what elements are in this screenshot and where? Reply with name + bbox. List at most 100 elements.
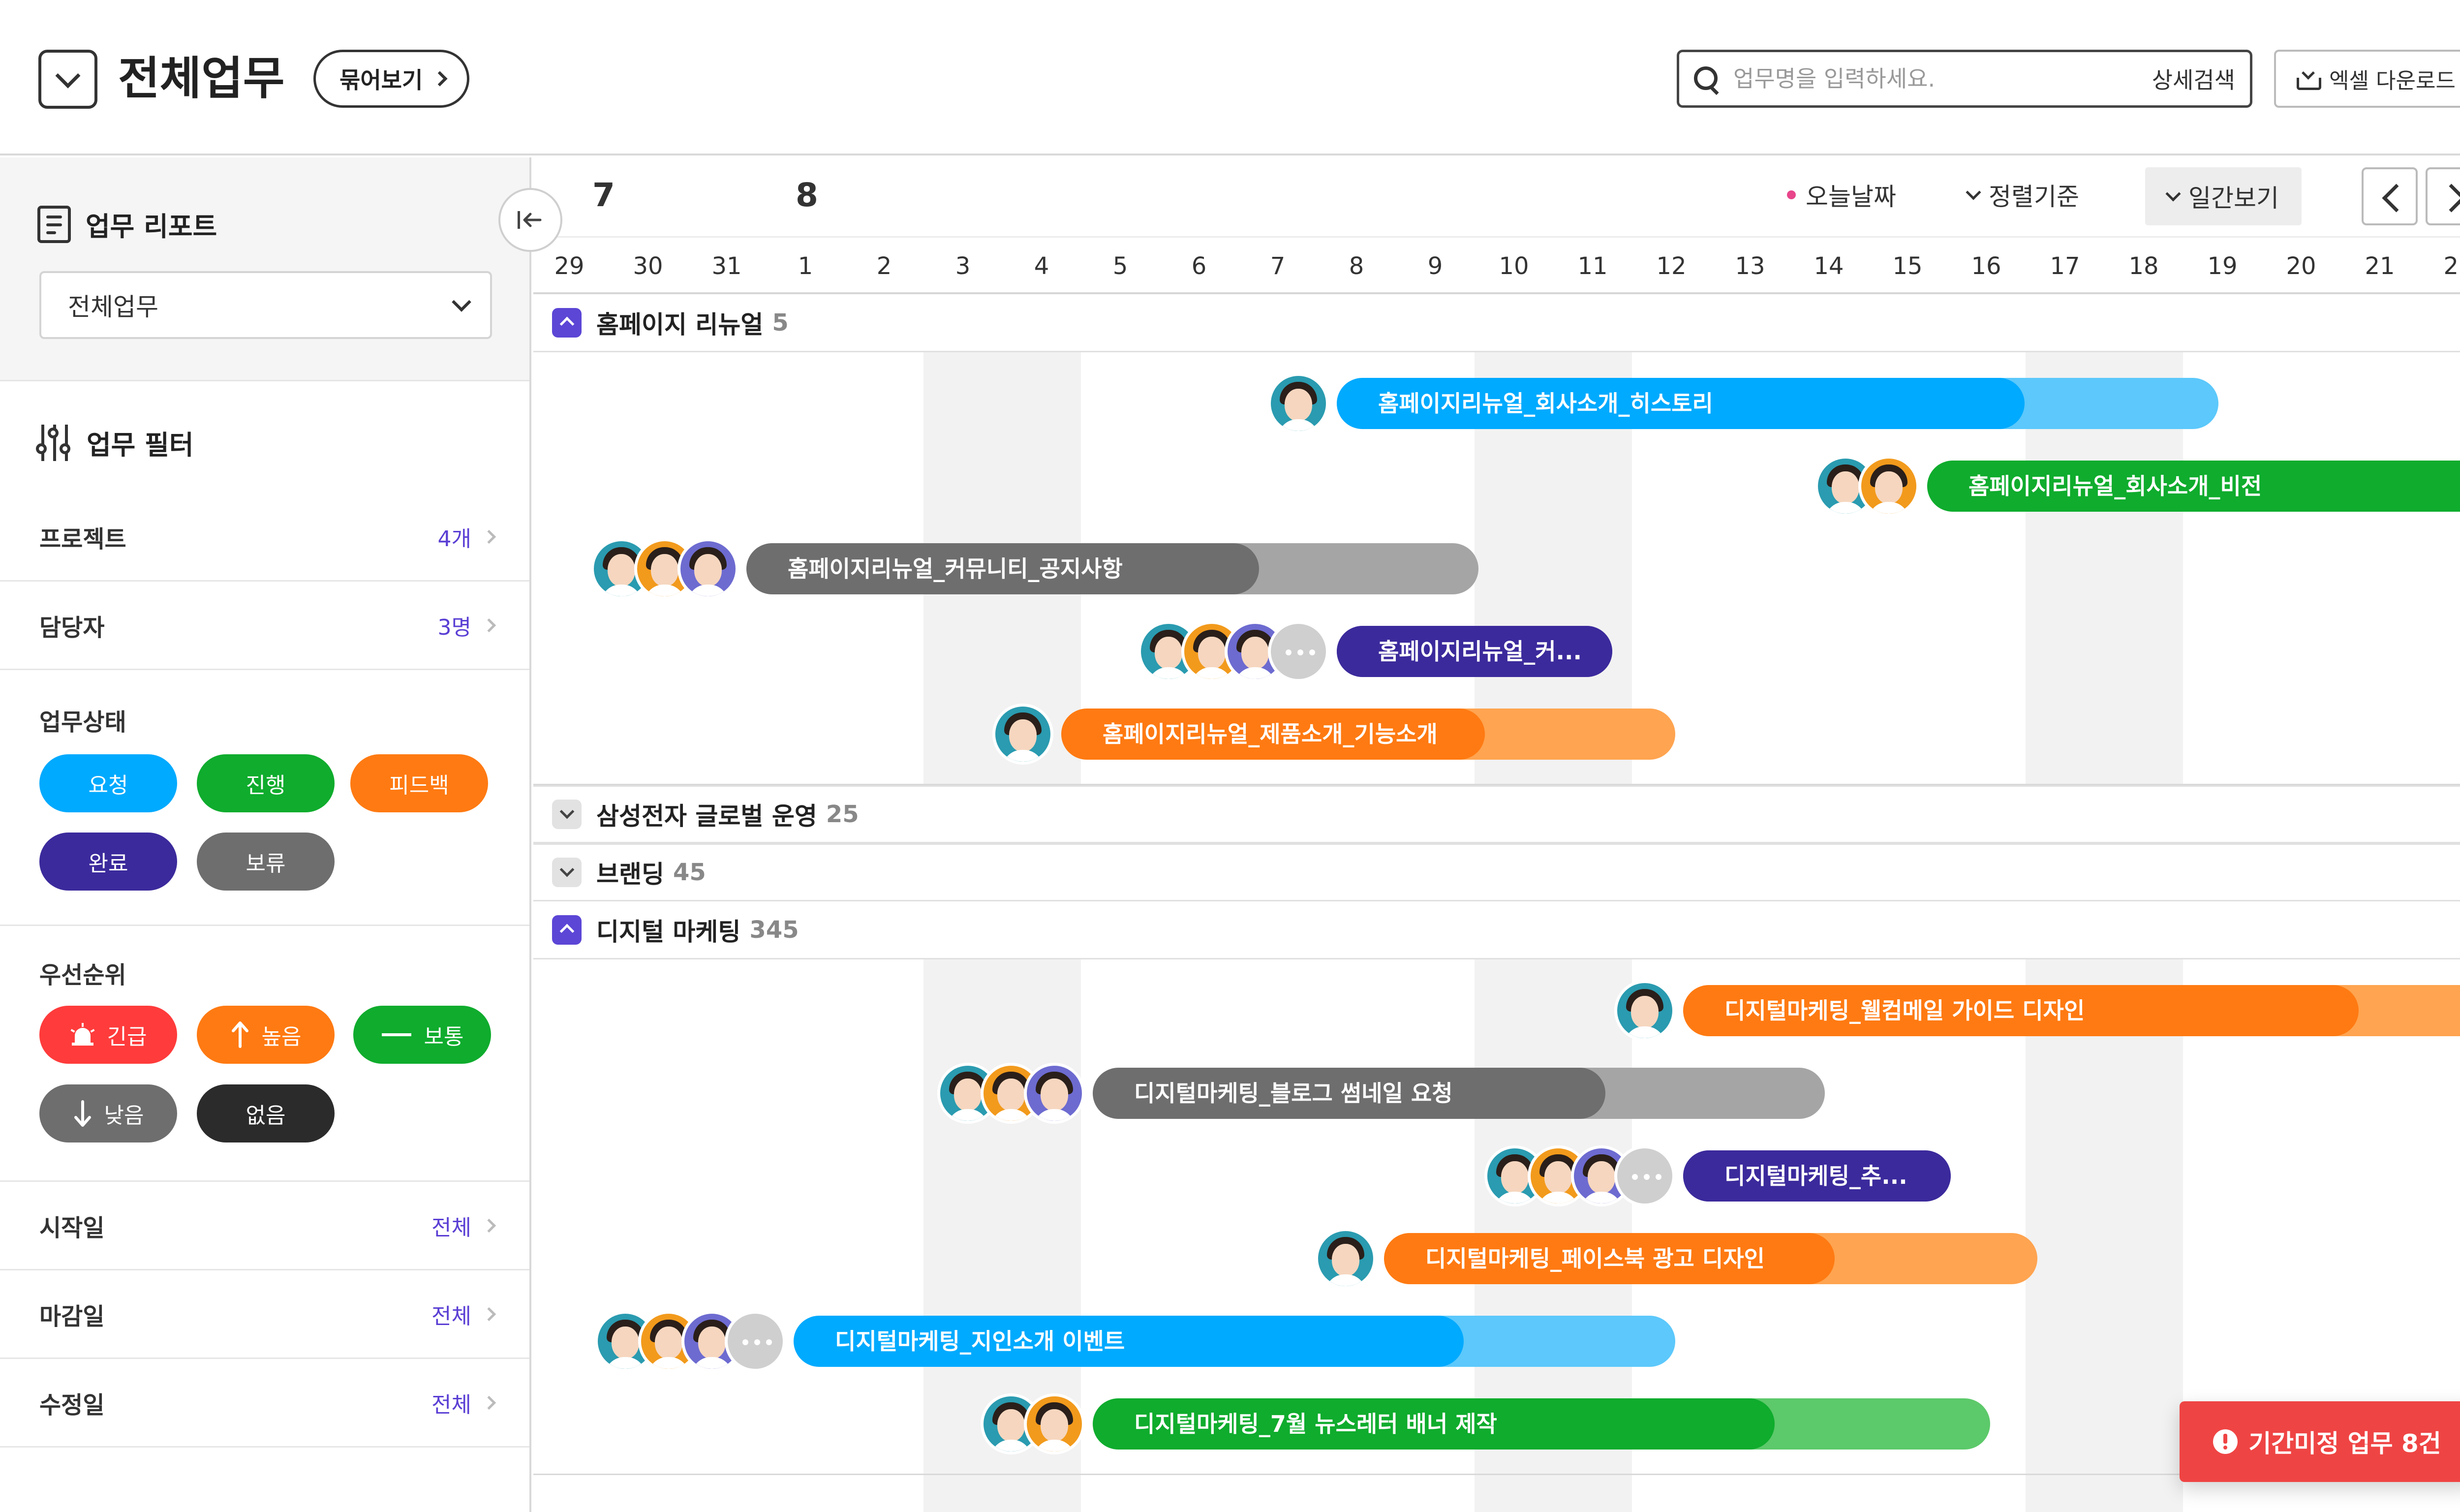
status-chip-request[interactable]: 요청 <box>39 754 177 812</box>
chevron-up-icon[interactable] <box>552 915 582 945</box>
chevron-right-icon <box>482 1395 496 1410</box>
task-bar[interactable]: 홈페이지리뉴얼_회사소개_히스토리 <box>1337 378 2218 429</box>
task-bar[interactable]: 홈페이지리뉴얼_회사소개_비전 <box>1927 461 2460 512</box>
top-header: 전체업무 묶어보기 상세검색 엑셀 다운로드 <box>0 0 2460 155</box>
view-mode-dropdown[interactable]: 일간보기 <box>2145 167 2302 225</box>
undated-tasks-button[interactable]: 기간미정 업무 8건 <box>2180 1401 2460 1482</box>
assignee-avatars[interactable] <box>1815 456 1919 517</box>
group-name: 브랜딩 <box>596 860 664 889</box>
day-label: 4 <box>1034 252 1049 280</box>
task-bar[interactable]: 디지털마케팅_추... <box>1683 1150 1951 1202</box>
today-button[interactable]: 오늘날짜 <box>1787 177 1896 213</box>
group-name: 홈페이지 리뉴얼 <box>596 310 764 339</box>
project-group-header[interactable]: 삼성전자 글로벌 운영 25 <box>533 785 2460 843</box>
status-label: 업무상태 <box>39 709 126 736</box>
chevron-up-icon[interactable] <box>552 308 582 338</box>
report-title-text: 업무 리포트 <box>86 211 217 242</box>
assignee-avatars[interactable] <box>992 704 1053 765</box>
avatar <box>1268 373 1329 434</box>
search-box: 상세검색 <box>1677 50 2252 108</box>
project-group-header[interactable]: 브랜딩 45 <box>533 843 2460 901</box>
assignee-avatars[interactable] <box>1614 980 1675 1041</box>
prev-period-button[interactable] <box>2362 167 2418 225</box>
assignee-avatars[interactable] <box>981 1393 1085 1454</box>
search-icon[interactable] <box>1694 66 1719 91</box>
task-name: 디지털마케팅_7월 뉴스레터 배너 제작 <box>1134 1411 1497 1437</box>
task-bar[interactable]: 디지털마케팅_블로그 썸네일 요청 <box>1093 1068 1825 1119</box>
day-label: 9 <box>1427 252 1443 280</box>
group-count: 25 <box>826 801 859 828</box>
more-assignees-icon[interactable] <box>725 1311 786 1372</box>
group-task-area <box>533 959 2460 1475</box>
priority-filter: 우선순위 긴급 높음 보통 낮음 없음 <box>0 926 529 1182</box>
status-chip-feedback[interactable]: 피드백 <box>350 754 488 812</box>
report-panel: 업무 리포트 전체업무 <box>0 157 529 381</box>
day-label: 6 <box>1191 252 1207 280</box>
priority-chip-high[interactable]: 높음 <box>197 1006 335 1064</box>
task-bar[interactable]: 디지털마케팅_지인소개 이벤트 <box>794 1316 1675 1367</box>
view-toggle-button[interactable] <box>38 50 97 109</box>
collapse-sidebar-button[interactable] <box>498 188 562 252</box>
excel-download-button[interactable]: 엑셀 다운로드 <box>2274 50 2460 108</box>
day-label: 10 <box>1499 252 1529 280</box>
filter-value: 전체 <box>431 1387 496 1419</box>
day-label: 19 <box>2207 252 2238 280</box>
assignee-avatars[interactable] <box>1484 1145 1675 1206</box>
filter-label: 시작일 <box>39 1214 105 1242</box>
report-select[interactable]: 전체업무 <box>39 271 492 339</box>
assignee-avatars[interactable] <box>937 1063 1085 1124</box>
status-chip-hold[interactable]: 보류 <box>197 833 335 891</box>
sort-dropdown[interactable]: 정렬기준 <box>1966 177 2079 213</box>
status-chip-done[interactable]: 완료 <box>39 833 177 891</box>
task-bar[interactable]: 디지털마케팅_페이스북 광고 디자인 <box>1384 1233 2037 1284</box>
chevron-down-icon <box>55 63 81 89</box>
avatar <box>1858 456 1919 517</box>
priority-chip-none[interactable]: 없음 <box>197 1084 335 1142</box>
priority-chip-low[interactable]: 낮음 <box>39 1084 177 1142</box>
more-assignees-icon[interactable] <box>1268 621 1329 682</box>
task-bar[interactable]: 디지털마케팅_7월 뉴스레터 배너 제작 <box>1093 1398 1990 1450</box>
chevron-down-icon[interactable] <box>552 800 582 829</box>
filter-row-assignee[interactable]: 담당자 3명 <box>0 582 529 670</box>
task-bar[interactable]: 홈페이지리뉴얼_커뮤니티_공지사항 <box>746 543 1478 594</box>
filter-value: 전체 <box>431 1210 496 1241</box>
download-icon <box>2297 67 2322 90</box>
search-input[interactable] <box>1733 65 2152 92</box>
filter-row-project[interactable]: 프로젝트 4개 <box>0 493 529 582</box>
day-label: 16 <box>1971 252 2001 280</box>
task-bar[interactable]: 홈페이지리뉴얼_제품소개_기능소개 <box>1061 709 1675 760</box>
task-name: 홈페이지리뉴얼_커... <box>1378 638 1582 665</box>
group-view-button[interactable]: 묶어보기 <box>313 50 470 108</box>
priority-chip-normal[interactable]: 보통 <box>353 1006 491 1064</box>
assignee-avatars[interactable] <box>1138 621 1329 682</box>
project-group-header[interactable]: 홈페이지 리뉴얼 5 <box>533 294 2460 352</box>
project-group-header[interactable]: 디지털 마케팅 345 <box>533 901 2460 959</box>
task-bar[interactable]: 홈페이지리뉴얼_커... <box>1337 626 1612 677</box>
filter-row-modified-date[interactable]: 수정일 전체 <box>0 1359 529 1448</box>
filter-title: 업무 필터 <box>36 423 194 462</box>
task-name: 디지털마케팅_추... <box>1724 1163 1907 1189</box>
advanced-search-link[interactable]: 상세검색 <box>2152 62 2235 95</box>
task-bar[interactable]: 디지털마케팅_웰컴메일 가이드 디자인 <box>1683 985 2460 1036</box>
day-label: 14 <box>1814 252 1844 280</box>
avatar <box>1024 1063 1085 1124</box>
assignee-avatars[interactable] <box>591 538 738 599</box>
group-name: 삼성전자 글로벌 운영 <box>596 802 817 831</box>
more-assignees-icon[interactable] <box>1614 1145 1675 1206</box>
day-label: 31 <box>711 252 742 280</box>
assignee-avatars[interactable] <box>1315 1228 1376 1289</box>
arrow-down-icon <box>74 1100 91 1127</box>
filter-label: 수정일 <box>39 1391 105 1419</box>
assignee-avatars[interactable] <box>595 1311 786 1372</box>
next-period-button[interactable] <box>2426 167 2460 225</box>
filter-row-due-date[interactable]: 마감일 전체 <box>0 1270 529 1359</box>
chevron-down-icon[interactable] <box>552 858 582 887</box>
timeline-header: 7 8 오늘날짜 정렬기준 일간보기 <box>533 157 2460 236</box>
today-dot-icon <box>1787 190 1796 199</box>
assignee-avatars[interactable] <box>1268 373 1329 434</box>
group-count: 5 <box>772 309 789 337</box>
status-chip-progress[interactable]: 진행 <box>197 754 335 812</box>
priority-chip-urgent[interactable]: 긴급 <box>39 1006 177 1064</box>
filter-row-start-date[interactable]: 시작일 전체 <box>0 1182 529 1270</box>
document-icon <box>37 205 71 243</box>
